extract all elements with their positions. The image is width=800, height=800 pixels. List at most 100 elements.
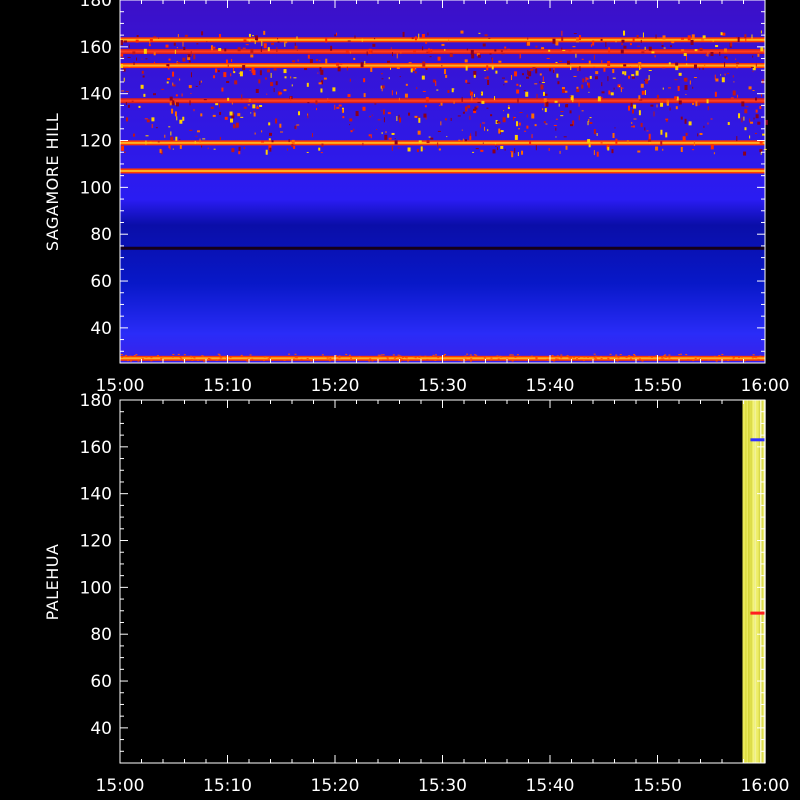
burst-pixel [755,109,758,113]
burst-pixel [177,34,179,38]
burst-pixel [555,136,557,138]
burst-pixel [738,357,741,359]
burst-pixel [349,124,351,126]
burst-pixel [568,50,572,52]
burst-pixel [235,122,239,128]
burst-pixel [526,76,530,79]
burst-pixel [172,353,175,355]
burst-pixel [349,118,353,122]
burst-pixel [641,90,645,95]
burst-pixel [143,93,146,97]
y-tick-label: 40 [90,319,112,339]
burst-pixel [449,52,453,57]
burst-pixel [338,357,341,359]
strip-column [749,400,751,763]
burst-pixel [754,132,757,134]
burst-pixel [581,110,584,112]
burst-pixel [575,53,577,58]
burst-pixel [470,358,473,360]
burst-pixel [757,121,761,125]
burst-pixel [546,358,549,360]
burst-pixel [394,138,396,140]
burst-pixel [583,356,586,358]
burst-pixel [176,62,180,64]
burst-pixel [296,357,299,359]
burst-pixel [561,88,565,93]
burst-pixel [646,130,649,132]
burst-pixel [425,96,429,102]
burst-pixel [553,360,556,362]
burst-pixel [277,41,280,43]
burst-pixel [514,134,518,140]
burst-pixel [152,93,156,96]
burst-pixel [230,73,232,77]
burst-pixel [597,96,601,102]
burst-pixel [381,132,383,135]
burst-pixel [296,124,300,126]
burst-pixel [680,37,684,40]
burst-pixel [338,104,342,107]
burst-pixel [516,98,519,104]
burst-pixel [488,37,491,39]
burst-pixel [523,90,526,92]
burst-pixel [641,51,645,54]
burst-pixel [475,354,478,356]
burst-pixel [170,131,172,136]
burst-pixel [129,355,132,357]
burst-pixel [336,106,340,109]
burst-pixel [502,117,506,123]
burst-pixel [495,145,497,147]
burst-pixel [218,48,222,52]
strip-column [758,400,760,763]
burst-pixel [519,112,523,114]
burst-pixel [560,115,564,117]
burst-pixel [484,126,486,131]
burst-pixel [623,64,627,67]
burst-pixel [448,39,450,42]
burst-pixel [498,60,502,63]
burst-pixel [414,356,417,358]
burst-pixel [497,358,500,360]
burst-pixel [576,89,580,93]
palehua-axis-title: PALEHUA [43,544,62,621]
burst-pixel [151,123,153,128]
burst-pixel [380,354,383,356]
burst-pixel [368,134,371,137]
burst-pixel [436,89,439,91]
burst-pixel [141,70,144,74]
burst-pixel [471,96,473,102]
burst-pixel [120,53,124,57]
burst-pixel [125,117,128,122]
burst-pixel [136,57,138,61]
burst-pixel [620,87,624,89]
burst-pixel [444,353,447,355]
burst-pixel [702,35,706,39]
burst-pixel [513,116,516,118]
burst-pixel [629,43,632,46]
burst-pixel [575,37,579,43]
burst-pixel [494,49,497,52]
burst-pixel [338,355,341,357]
burst-pixel [123,77,125,82]
burst-pixel [241,94,243,100]
burst-pixel [644,46,646,50]
burst-pixel [179,138,181,140]
burst-pixel [283,359,286,361]
burst-pixel [412,356,415,358]
burst-pixel [665,132,668,138]
burst-pixel [238,151,241,155]
burst-pixel [242,65,246,71]
burst-pixel [730,42,733,47]
burst-pixel [133,62,135,66]
burst-pixel [175,94,178,97]
burst-pixel [724,73,726,76]
burst-pixel [221,87,224,92]
burst-pixel [377,354,380,356]
y-tick-label: 180 [80,391,112,411]
burst-pixel [181,93,183,97]
burst-pixel [237,47,241,52]
burst-pixel [760,39,763,41]
burst-pixel [684,77,688,82]
burst-pixel [259,104,263,107]
burst-pixel [248,33,251,37]
